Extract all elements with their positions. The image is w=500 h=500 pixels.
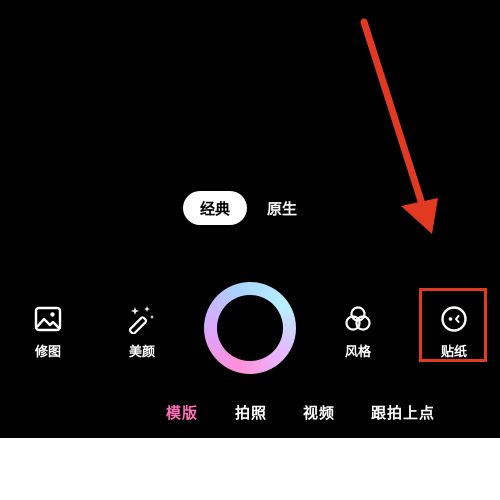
style-label: 风格 (344, 345, 371, 360)
bottom-blank-area (0, 438, 500, 500)
sticker-highlight-box (419, 288, 487, 362)
mode-template-tab[interactable]: 模版 (166, 402, 198, 423)
mode-native-button[interactable]: 原生 (258, 191, 306, 225)
mode-video-tab[interactable]: 视频 (303, 402, 335, 423)
mode-classic-button[interactable]: 经典 (183, 191, 247, 225)
mode-photo-tab[interactable]: 拍照 (235, 402, 267, 423)
image-icon (34, 306, 62, 332)
three-circles-icon (345, 306, 371, 331)
camera-viewfinder: 经典 原生 修图 美颜 风格 贴纸 模版 拍照 视频 跟拍上点 (0, 0, 500, 438)
shutter-button[interactable] (204, 282, 296, 374)
mode-follow-tab[interactable]: 跟拍上点 (371, 402, 435, 423)
camera-mode-strip: 模版 拍照 视频 跟拍上点 (0, 402, 500, 438)
magic-wand-icon (128, 306, 154, 334)
shutter-center (217, 295, 283, 361)
edit-photo-label: 修图 (34, 345, 61, 360)
beauty-label: 美颜 (128, 345, 155, 360)
edit-photo-button[interactable]: 修图 (18, 304, 78, 366)
mode-classic-label: 经典 (199, 199, 230, 218)
mode-native-label: 原生 (266, 199, 297, 218)
style-button[interactable]: 风格 (328, 304, 388, 366)
beauty-button[interactable]: 美颜 (112, 304, 172, 366)
